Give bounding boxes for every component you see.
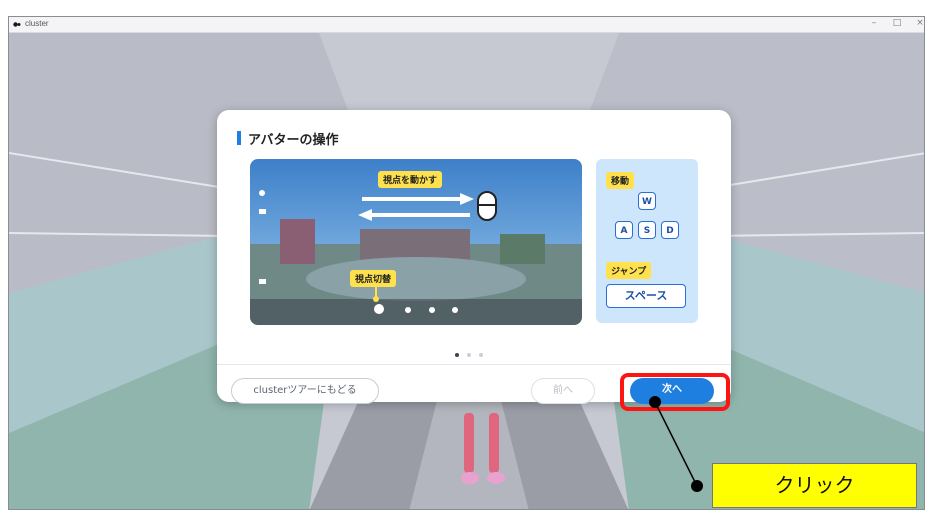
callout-pointer <box>649 396 703 492</box>
click-instruction-callout: クリック <box>712 463 917 508</box>
